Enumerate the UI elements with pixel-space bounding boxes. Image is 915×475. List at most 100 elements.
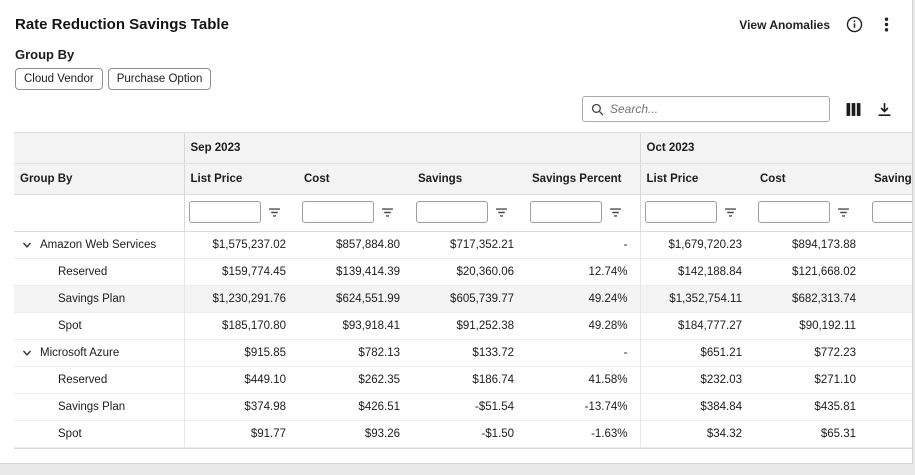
value-cell: $185,170.80 [184, 313, 298, 340]
row-label-cell: Savings Plan [14, 394, 184, 420]
row-label-cell[interactable]: Microsoft Azure [14, 340, 184, 366]
columns-icon[interactable] [846, 102, 861, 117]
value-cell: $426.51 [298, 394, 412, 421]
row-label: Savings Plan [58, 401, 125, 413]
column-group-header: Oct 2023 [640, 133, 912, 164]
view-anomalies-link[interactable]: View Anomalies [739, 18, 830, 32]
table-row: Reserved$449.10$262.35$186.7441.58%$232.… [14, 367, 912, 394]
filter-cell [412, 195, 526, 232]
filter-icon[interactable] [268, 206, 281, 219]
value-cell: $139,414.39 [298, 259, 412, 286]
row-label: Microsoft Azure [40, 347, 119, 359]
value-cell: $34.32 [640, 421, 754, 448]
value-cell: $93.26 [298, 421, 412, 448]
group-by-chip[interactable]: Purchase Option [108, 68, 212, 90]
filter-icon[interactable] [495, 206, 508, 219]
value-cell [868, 232, 912, 259]
column-header[interactable]: Savings [868, 164, 912, 195]
savings-table: Sep 2023Oct 2023Group ByList PriceCostSa… [14, 133, 912, 448]
value-cell: 12.74% [526, 259, 640, 286]
kebab-menu-icon[interactable] [879, 16, 894, 33]
value-cell: -13.74% [526, 394, 640, 421]
column-filter-input[interactable] [758, 201, 830, 223]
value-cell: $133.72 [412, 340, 526, 367]
value-cell: $772.23 [754, 340, 868, 367]
column-header[interactable]: List Price [640, 164, 754, 195]
table-row: Microsoft Azure$915.85$782.13$133.72-$65… [14, 340, 912, 367]
topbar-actions: View Anomalies [739, 16, 894, 33]
column-header[interactable]: Cost [298, 164, 412, 195]
filter-cell [754, 195, 868, 232]
column-filter-input[interactable] [530, 201, 602, 223]
value-cell: $90,192.11 [754, 313, 868, 340]
table-toolbar [0, 90, 912, 132]
value-cell: $1,230,291.76 [184, 286, 298, 313]
column-filter-input[interactable] [302, 201, 374, 223]
filter-cell [184, 195, 298, 232]
value-cell [868, 340, 912, 367]
column-group-header: Sep 2023 [184, 133, 640, 164]
value-cell: 49.28% [526, 313, 640, 340]
column-header[interactable]: Group By [14, 164, 184, 195]
value-cell: $624,551.99 [298, 286, 412, 313]
column-header[interactable]: Cost [754, 164, 868, 195]
filter-icon[interactable] [609, 206, 622, 219]
value-cell [868, 286, 912, 313]
value-cell: $1,575,237.02 [184, 232, 298, 259]
column-filter-input[interactable] [189, 201, 261, 223]
value-cell: $186.74 [412, 367, 526, 394]
column-filter-input[interactable] [416, 201, 488, 223]
column-filter-input[interactable] [872, 201, 912, 223]
value-cell: $159,774.45 [184, 259, 298, 286]
search-input[interactable] [610, 102, 821, 116]
download-icon[interactable] [877, 102, 892, 117]
value-cell: 41.58% [526, 367, 640, 394]
value-cell: $121,668.02 [754, 259, 868, 286]
group-by-chip[interactable]: Cloud Vendor [15, 68, 103, 90]
filter-icon[interactable] [724, 206, 737, 219]
rate-reduction-savings-page: Rate Reduction Savings Table View Anomal… [0, 0, 913, 464]
filter-cell [14, 195, 184, 232]
chevron-down-icon[interactable] [22, 348, 32, 358]
value-cell: $782.13 [298, 340, 412, 367]
value-cell: -$1.50 [412, 421, 526, 448]
row-label: Spot [58, 428, 82, 440]
row-label-cell: Spot [14, 421, 184, 447]
table-row: Savings Plan$374.98$426.51-$51.54-13.74%… [14, 394, 912, 421]
table-row: Savings Plan$1,230,291.76$624,551.99$605… [14, 286, 912, 313]
value-cell: $682,313.74 [754, 286, 868, 313]
row-label: Reserved [58, 374, 107, 386]
row-label-cell: Reserved [14, 367, 184, 393]
row-label: Amazon Web Services [40, 239, 156, 251]
value-cell: $1,679,720.23 [640, 232, 754, 259]
filter-cell [640, 195, 754, 232]
value-cell: $1,352,754.11 [640, 286, 754, 313]
page-title: Rate Reduction Savings Table [15, 16, 229, 33]
search-box [582, 96, 830, 122]
row-label: Savings Plan [58, 293, 125, 305]
value-cell: $435.81 [754, 394, 868, 421]
column-filter-input[interactable] [645, 201, 717, 223]
value-cell: - [526, 232, 640, 259]
value-cell: -1.63% [526, 421, 640, 448]
row-label-cell[interactable]: Amazon Web Services [14, 232, 184, 258]
value-cell: -$51.54 [412, 394, 526, 421]
value-cell: $717,352.21 [412, 232, 526, 259]
column-header[interactable]: List Price [184, 164, 298, 195]
value-cell [868, 259, 912, 286]
column-header[interactable]: Savings Percent [526, 164, 640, 195]
value-cell [868, 421, 912, 448]
chevron-down-icon[interactable] [22, 240, 32, 250]
filter-icon[interactable] [837, 206, 850, 219]
table-row: Spot$91.77$93.26-$1.50-1.63%$34.32$65.31 [14, 421, 912, 448]
value-cell: $262.35 [298, 367, 412, 394]
value-cell [868, 394, 912, 421]
value-cell: $93,918.41 [298, 313, 412, 340]
table-row: Amazon Web Services$1,575,237.02$857,884… [14, 232, 912, 259]
info-icon[interactable] [846, 16, 863, 33]
row-label: Spot [58, 320, 82, 332]
filter-icon[interactable] [381, 206, 394, 219]
value-cell: $915.85 [184, 340, 298, 367]
value-cell: $20,360.06 [412, 259, 526, 286]
column-header[interactable]: Savings [412, 164, 526, 195]
